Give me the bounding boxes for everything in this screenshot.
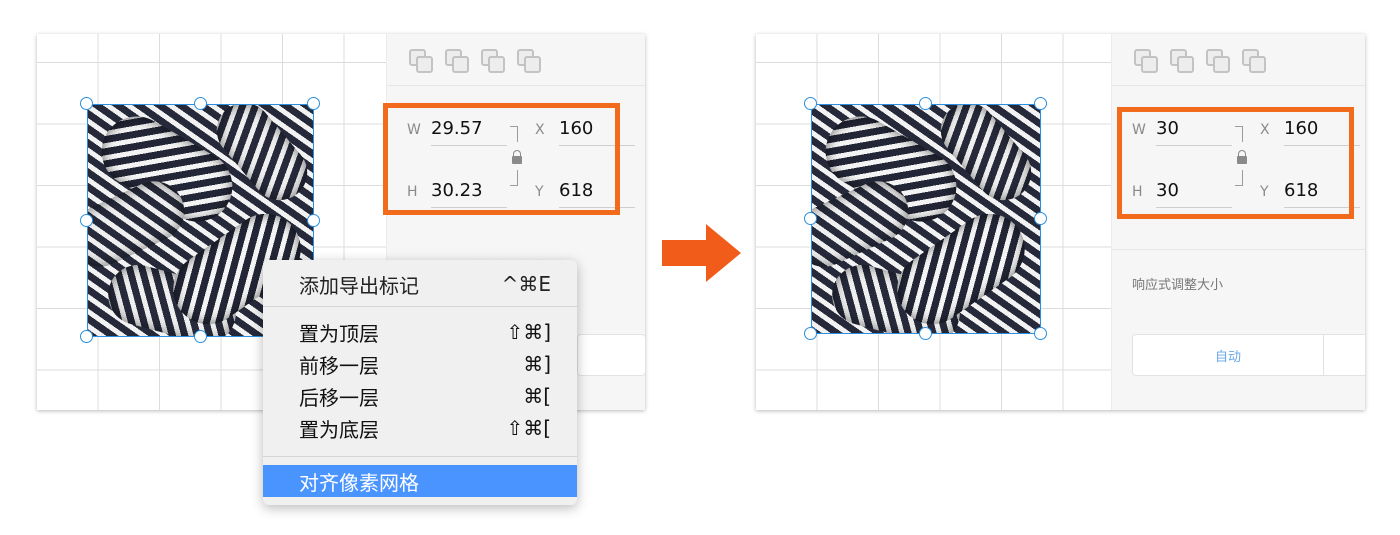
resize-handle-top-left[interactable] (804, 97, 817, 110)
segment-auto[interactable]: 自动 (1133, 335, 1324, 375)
union-icon[interactable] (409, 48, 433, 73)
menu-item-shortcut: ⌘] (523, 352, 551, 376)
resize-handle-bottom[interactable] (194, 330, 207, 343)
dimension-highlight (1117, 107, 1354, 219)
resize-handle-top[interactable] (194, 97, 207, 110)
section-divider (1112, 249, 1365, 250)
menu-item-shortcut: ^⌘E (501, 272, 551, 296)
segment-other[interactable] (1324, 335, 1365, 375)
intersect-icon[interactable] (1206, 48, 1230, 73)
resize-handle-top-right[interactable] (1034, 97, 1047, 110)
difference-icon[interactable] (517, 48, 541, 73)
resize-handle-bottom-left[interactable] (80, 330, 93, 343)
subtract-icon[interactable] (445, 48, 469, 73)
menu-item-label: 后移一层 (299, 385, 379, 410)
resize-handle-left[interactable] (804, 212, 817, 225)
selection-box (811, 104, 1041, 334)
boolean-toolbar (387, 34, 645, 86)
resize-handle-right[interactable] (307, 214, 320, 227)
inspector-panel: W 30 X 160 H 30 Y 618 响应式调整大小 自动 (1111, 34, 1365, 410)
menu-item-label: 置为底层 (299, 417, 379, 442)
intersect-icon[interactable] (481, 48, 505, 73)
menu-item-snap-to-pixel[interactable]: 对齐像素网格 (263, 465, 577, 497)
menu-item-bring-forward[interactable]: 前移一层 ⌘] (263, 348, 577, 380)
difference-icon[interactable] (1242, 48, 1266, 73)
menu-separator (263, 456, 577, 457)
menu-separator (263, 306, 577, 307)
union-icon[interactable] (1134, 48, 1158, 73)
dimension-highlight (383, 103, 620, 215)
resize-handle-bottom-right[interactable] (1034, 327, 1047, 340)
menu-item-send-to-back[interactable]: 置为底层 ⇧⌘[ (263, 412, 577, 444)
menu-item-shortcut: ⇧⌘[ (506, 416, 551, 440)
resize-label: 响应式调整大小 (1132, 278, 1224, 293)
resize-segment[interactable] (577, 334, 645, 376)
resize-handle-left[interactable] (80, 214, 93, 227)
menu-item-bring-to-front[interactable]: 置为顶层 ⇧⌘] (263, 316, 577, 348)
comparison-stage: W 29.57 X 160 H 30.23 Y 618 响应式调整大小 (0, 0, 1400, 535)
menu-item-send-backward[interactable]: 后移一层 ⌘[ (263, 380, 577, 412)
menu-item-shortcut: ⌘[ (523, 384, 551, 408)
menu-item-add-export[interactable]: 添加导出标记 ^⌘E (263, 268, 577, 300)
canvas-after[interactable]: W 30 X 160 H 30 Y 618 响应式调整大小 自动 (756, 34, 1365, 410)
menu-item-label: 前移一层 (299, 353, 379, 378)
resize-handle-top[interactable] (919, 97, 932, 110)
resize-handle-top-right[interactable] (307, 97, 320, 110)
menu-item-label: 对齐像素网格 (299, 470, 419, 495)
boolean-toolbar (1112, 34, 1365, 86)
context-menu: 添加导出标记 ^⌘E 置为顶层 ⇧⌘] 前移一层 ⌘] 后移一层 ⌘[ 置为底层… (263, 260, 577, 505)
resize-handle-bottom-left[interactable] (804, 327, 817, 340)
resize-handle-bottom[interactable] (919, 327, 932, 340)
resize-segment[interactable]: 自动 (1132, 334, 1365, 376)
menu-item-label: 添加导出标记 (299, 273, 419, 298)
menu-item-shortcut: ⇧⌘] (506, 320, 551, 344)
resize-handle-top-left[interactable] (80, 97, 93, 110)
segment-option[interactable] (578, 335, 645, 375)
resize-handle-right[interactable] (1034, 212, 1047, 225)
subtract-icon[interactable] (1170, 48, 1194, 73)
menu-item-label: 置为顶层 (299, 321, 379, 346)
